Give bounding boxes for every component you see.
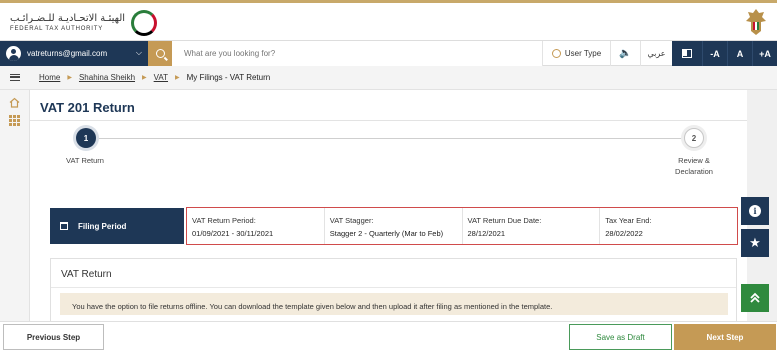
- step-2-label-line1: Review &: [678, 156, 710, 165]
- due-date-cell: VAT Return Due Date: 28/12/2021: [463, 208, 601, 244]
- stagger-label: VAT Stagger:: [329, 216, 374, 225]
- scroll-top-button[interactable]: [741, 284, 769, 312]
- read-aloud-button[interactable]: 🔈: [610, 41, 640, 66]
- gear-icon: [551, 49, 561, 58]
- breadcrumb-home[interactable]: Home: [39, 73, 60, 82]
- left-sidebar: [0, 90, 30, 351]
- uae-emblem-icon: [746, 9, 766, 35]
- menu-toggle-button[interactable]: [0, 74, 30, 81]
- logo-english-text: FEDERAL TAX AUTHORITY: [10, 26, 104, 32]
- breadcrumb-current: My Filings - VAT Return: [186, 73, 271, 82]
- breadcrumb-separator-icon: ▶: [142, 75, 147, 81]
- action-footer: Previous Step Save as Draft Next Step: [0, 321, 777, 351]
- menu-icon: [10, 74, 20, 81]
- breadcrumb-bar: Home ▶ Shahina Sheikh ▶ VAT ▶ My Filings…: [0, 66, 777, 90]
- account-dropdown[interactable]: vatreturns@gmail.com ⌵: [0, 41, 148, 66]
- favorite-button[interactable]: ★: [741, 229, 769, 257]
- font-decrease-button[interactable]: -A: [702, 41, 727, 66]
- page-title: VAT 201 Return: [40, 100, 135, 115]
- info-button[interactable]: i: [741, 197, 769, 225]
- top-toolbar: vatreturns@gmail.com ⌵ User Type 🔈 عربي …: [0, 40, 777, 66]
- search-button[interactable]: [148, 41, 172, 66]
- tax-year-end-value: 28/02/2022: [605, 229, 643, 238]
- divider: [51, 287, 736, 288]
- logo-arabic-text: الهيئـة الاتحـاديـة للـضـرائـب: [10, 13, 126, 24]
- breadcrumb-user[interactable]: Shahina Sheikh: [79, 73, 135, 82]
- calendar-icon: [60, 222, 68, 230]
- stagger-value: Stagger 2 - Quarterly (Mar to Feb): [329, 229, 444, 238]
- fta-logo[interactable]: الهيئـة الاتحـاديـة للـضـرائـب FEDERAL T…: [10, 7, 158, 39]
- search-icon: [155, 49, 165, 58]
- fta-emblem-icon: [131, 10, 158, 36]
- previous-step-button[interactable]: Previous Step: [3, 324, 104, 350]
- breadcrumb-separator-icon: ▶: [67, 75, 72, 81]
- due-date-value: 28/12/2021: [467, 229, 506, 238]
- filing-period-label: Filing Period: [78, 221, 127, 231]
- save-draft-button[interactable]: Save as Draft: [569, 324, 672, 350]
- stepper-line: [95, 138, 695, 139]
- account-email: vatreturns@gmail.com: [27, 49, 108, 58]
- offline-filing-notice: You have the option to file returns offl…: [60, 293, 728, 315]
- grid-icon[interactable]: [9, 115, 20, 126]
- breadcrumb-separator-icon: ▶: [175, 75, 180, 81]
- font-normal-button[interactable]: A: [727, 41, 752, 66]
- chevron-down-icon: ⌵: [135, 48, 142, 57]
- return-period-value: 01/09/2021 - 30/11/2021: [192, 229, 274, 238]
- step-1-label: VAT Return: [66, 156, 104, 165]
- language-toggle[interactable]: عربي: [640, 41, 672, 66]
- return-period-label: VAT Return Period:: [192, 216, 256, 225]
- tax-year-end-cell: Tax Year End: 28/02/2022: [600, 208, 737, 244]
- contrast-icon: [682, 49, 692, 58]
- filing-period-strip: Filing Period VAT Return Period: 01/09/2…: [50, 207, 738, 245]
- language-label: عربي: [647, 49, 666, 58]
- stagger-cell: VAT Stagger: Stagger 2 - Quarterly (Mar …: [325, 208, 463, 244]
- search-input[interactable]: [172, 41, 542, 66]
- filing-period-header: Filing Period: [50, 208, 184, 244]
- user-type-label: User Type: [564, 49, 602, 58]
- step-1-indicator[interactable]: 1: [76, 128, 96, 148]
- logo-text: الهيئـة الاتحـاديـة للـضـرائـب FEDERAL T…: [10, 13, 125, 33]
- info-icon: i: [749, 205, 761, 217]
- user-type-selector[interactable]: User Type: [542, 41, 610, 66]
- star-icon: ★: [749, 235, 761, 250]
- due-date-label: VAT Return Due Date:: [467, 216, 542, 225]
- filing-period-details: VAT Return Period: 01/09/2021 - 30/11/20…: [186, 207, 738, 245]
- user-avatar-icon: [6, 46, 21, 61]
- step-2-label: Review & Declaration: [660, 155, 728, 177]
- main-content: VAT 201 Return 1 2 VAT Return Review & D…: [30, 90, 777, 351]
- step-2-label-line2: Declaration: [675, 167, 713, 176]
- font-increase-button[interactable]: +A: [752, 41, 777, 66]
- site-header: الهيئـة الاتحـاديـة للـضـرائـب FEDERAL T…: [0, 0, 777, 40]
- home-icon[interactable]: [9, 97, 20, 108]
- return-period-cell: VAT Return Period: 01/09/2021 - 30/11/20…: [187, 208, 325, 244]
- speaker-icon: 🔈: [619, 48, 632, 59]
- step-2-indicator[interactable]: 2: [684, 128, 704, 148]
- tax-year-end-label: Tax Year End:: [605, 216, 652, 225]
- section-title: VAT Return: [61, 269, 112, 280]
- next-step-button[interactable]: Next Step: [674, 324, 776, 350]
- breadcrumb-vat[interactable]: VAT: [154, 73, 168, 82]
- breadcrumb: Home ▶ Shahina Sheikh ▶ VAT ▶ My Filings…: [30, 73, 270, 82]
- return-card: VAT 201 Return 1 2 VAT Return Review & D…: [30, 90, 747, 351]
- double-chevron-up-icon: [750, 292, 760, 303]
- divider: [30, 120, 747, 121]
- contrast-toggle-button[interactable]: [672, 41, 702, 66]
